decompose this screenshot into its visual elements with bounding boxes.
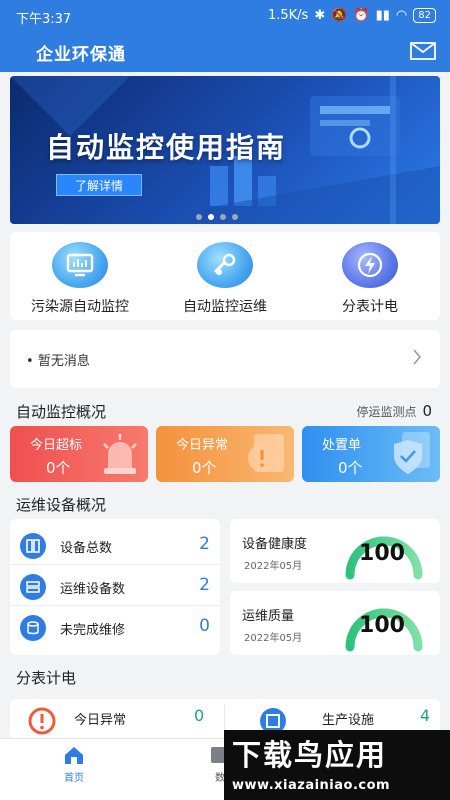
stopped-points-value: 0 <box>422 402 432 420</box>
equipment-list: 设备总数 2 运维设备数 2 未完成维修 0 <box>10 519 220 655</box>
chevron-right-icon <box>412 348 422 370</box>
stat-title: 处置单 <box>322 438 362 453</box>
mail-icon[interactable] <box>410 42 436 64</box>
banner-detail-button[interactable]: 了解详情 <box>56 174 142 196</box>
bluetooth-icon: ✱ <box>314 8 326 23</box>
quality-value: 100 <box>359 613 405 638</box>
equipment-row-value: 2 <box>199 575 210 595</box>
alarm-icon: ⏰ <box>353 8 370 23</box>
alert-circle-icon <box>28 707 56 739</box>
pagination-dot[interactable] <box>196 214 202 220</box>
warning-icon <box>248 434 284 472</box>
stat-title: 今日异常 <box>176 438 229 453</box>
stat-value: 0个 <box>46 459 71 477</box>
stat-title: 今日超标 <box>30 438 83 453</box>
quick-item-auto-maintenance[interactable]: 自动监控运维 <box>155 242 295 316</box>
status-bar: 下午3:37 1.5K/s ✱ 🔕 ⏰ ▮▮ ◠ 82 <box>0 0 450 32</box>
watermark-name: 下载鸟应用 <box>232 738 388 772</box>
monitoring-section-title: 自动监控概况 <box>16 403 107 421</box>
equipment-row-unfinished[interactable]: 未完成维修 0 <box>10 607 220 647</box>
alarm-light-icon <box>103 434 137 474</box>
battery-icon: 82 <box>413 8 436 23</box>
equipment-row-maintained[interactable]: 运维设备数 2 <box>10 566 220 606</box>
database-icon <box>20 615 46 641</box>
device-icon <box>20 533 46 559</box>
stat-value: 0个 <box>192 459 217 477</box>
stat-card-overlimit[interactable]: 今日超标 0个 <box>10 426 148 482</box>
shield-icon <box>394 432 430 474</box>
meter-item-value: 0 <box>194 706 205 725</box>
equipment-row-value: 0 <box>199 616 210 636</box>
meter-section-title: 分表计电 <box>16 669 77 687</box>
pagination-dot[interactable] <box>232 214 238 220</box>
notice-text: • 暂无消息 <box>26 354 90 369</box>
quick-item-pollution-monitor[interactable]: 污染源自动监控 <box>10 242 150 316</box>
quick-item-label: 污染源自动监控 <box>31 299 129 315</box>
meter-item-label[interactable]: 今日异常 <box>74 709 126 728</box>
home-icon <box>65 747 83 764</box>
equipment-row-total[interactable]: 设备总数 2 <box>10 525 220 565</box>
notice-bar[interactable]: • 暂无消息 <box>10 330 440 388</box>
health-date: 2022年05月 <box>244 561 303 572</box>
equipment-row-value: 2 <box>199 534 210 554</box>
pagination-dot[interactable] <box>220 214 226 220</box>
health-title: 设备健康度 <box>242 537 308 552</box>
stat-card-anomaly[interactable]: 今日异常 0个 <box>156 426 294 482</box>
quality-card[interactable]: 运维质量 2022年05月 100 <box>230 591 440 655</box>
wifi-icon: ◠ <box>395 8 408 23</box>
meter-item-value: 4 <box>419 706 430 725</box>
stat-value: 0个 <box>338 459 363 477</box>
health-card[interactable]: 设备健康度 2022年05月 100 <box>230 519 440 583</box>
quality-date: 2022年05月 <box>244 633 303 644</box>
tab-home[interactable]: 首页 <box>34 745 114 784</box>
notice-message: 暂无消息 <box>37 354 90 369</box>
signal-icon: ▮▮ <box>375 8 390 23</box>
health-value: 100 <box>359 541 405 566</box>
banner-carousel[interactable]: 自动监控使用指南 了解详情 <box>10 76 440 224</box>
banner-pagination <box>196 214 238 220</box>
maintenance-icon <box>197 242 253 288</box>
stat-card-disposal[interactable]: 处置单 0个 <box>302 426 440 482</box>
stopped-points[interactable]: 停运监测点 0 <box>356 402 432 420</box>
mute-icon: 🔕 <box>331 8 348 23</box>
equipment-row-label: 未完成维修 <box>60 623 126 638</box>
tab-home-label: 首页 <box>64 773 84 784</box>
server-icon <box>20 574 46 600</box>
equipment-row-label: 运维设备数 <box>60 582 126 597</box>
watermark-url: www.xiazainiao.com <box>232 778 391 793</box>
app-title: 企业环保通 <box>36 45 126 65</box>
banner-title: 自动监控使用指南 <box>46 131 287 164</box>
lightning-icon <box>342 242 398 288</box>
equipment-row-label: 设备总数 <box>60 541 113 556</box>
pagination-dot-active[interactable] <box>208 214 214 220</box>
app-header: 企业环保通 <box>0 32 450 72</box>
status-time: 下午3:37 <box>16 12 72 27</box>
meter-item-label[interactable]: 生产设施 <box>322 709 374 728</box>
equipment-section-title: 运维设备概况 <box>16 496 107 514</box>
quick-item-label: 自动监控运维 <box>183 299 267 315</box>
watermark-logo: 下载鸟应用 www.xiazainiao.com <box>224 730 450 800</box>
monitor-icon <box>52 242 108 288</box>
network-speed: 1.5K/s <box>267 8 309 23</box>
quick-item-meter[interactable]: 分表计电 <box>300 242 440 316</box>
quick-item-label: 分表计电 <box>342 299 398 315</box>
status-icons: 1.5K/s ✱ 🔕 ⏰ ▮▮ ◠ 82 <box>268 8 436 23</box>
quality-title: 运维质量 <box>242 609 295 624</box>
stopped-points-label: 停运监测点 <box>356 405 417 419</box>
quick-menu: 污染源自动监控 自动监控运维 分表计电 <box>10 232 440 320</box>
